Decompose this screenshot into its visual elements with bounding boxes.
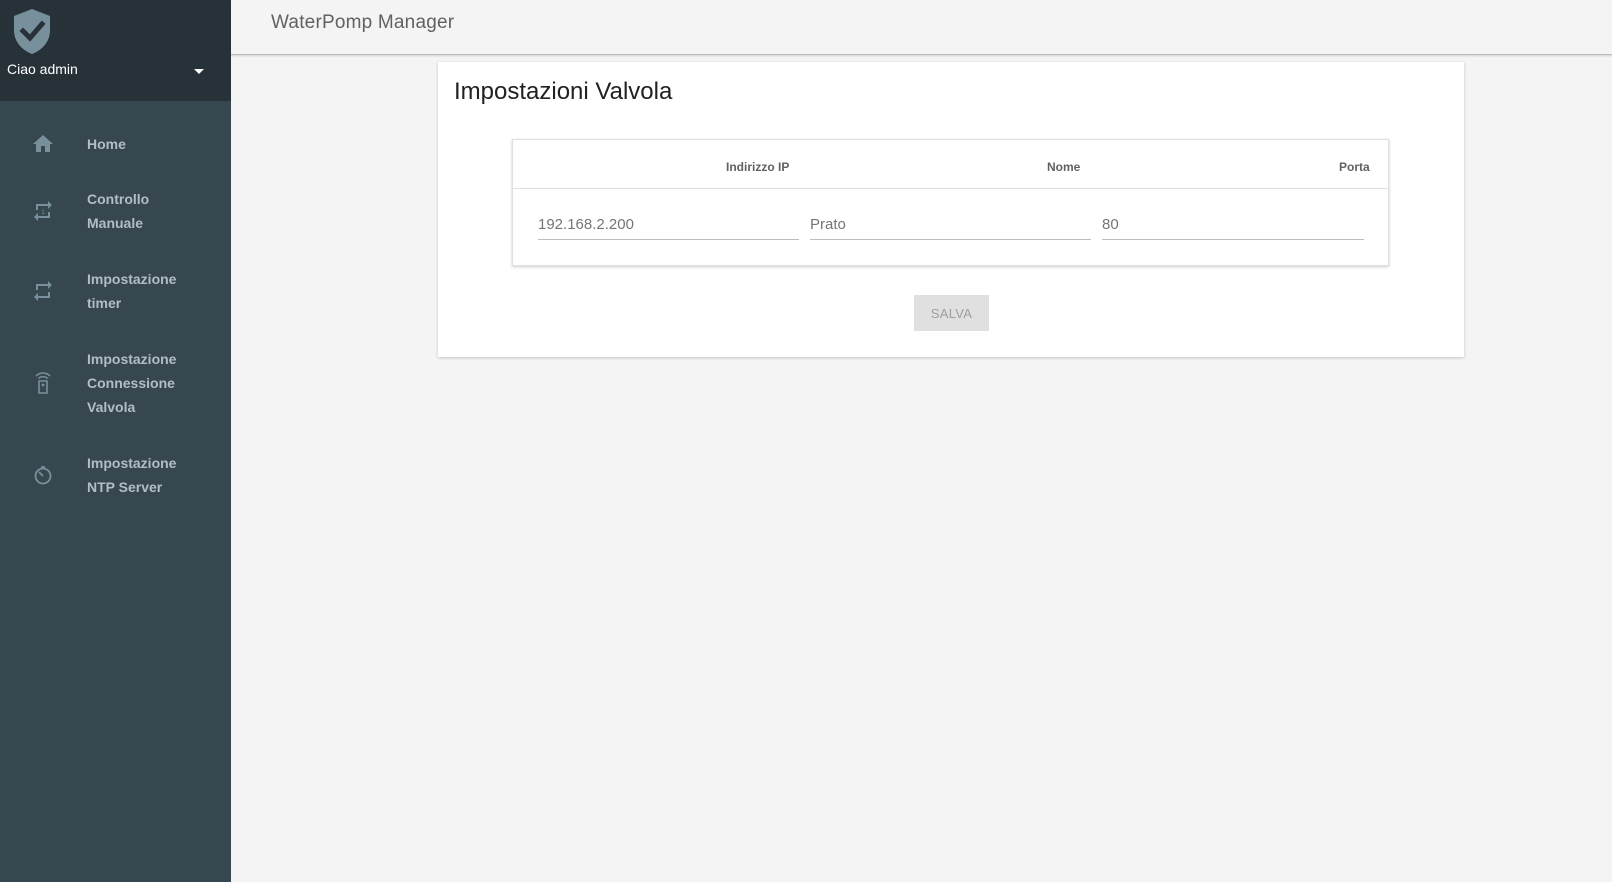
top-bar: WaterPomp Manager <box>231 0 1612 55</box>
table-header: Indirizzo IP Nome Porta <box>513 140 1388 189</box>
user-greeting: Ciao admin <box>7 61 78 77</box>
app-title: WaterPomp Manager <box>271 12 455 33</box>
sidebar-item-label: Impostazione timer <box>87 271 177 311</box>
column-header-ip: Indirizzo IP <box>726 160 790 174</box>
ip-address-input[interactable] <box>538 210 799 240</box>
sidebar-item-controllo-manuale[interactable]: 1 Controllo Manuale <box>0 186 231 236</box>
sidebar-item-label: Impostazione NTP Server <box>87 455 177 495</box>
name-input[interactable] <box>810 210 1091 240</box>
valve-table: Indirizzo IP Nome Porta <box>512 139 1389 266</box>
repeat-icon: 1 <box>34 201 52 221</box>
sidebar: Ciao admin Home 1 Controllo Manuale Impo… <box>0 0 231 882</box>
shield-check-icon <box>14 9 50 54</box>
remote-icon <box>35 372 51 394</box>
sidebar-item-label: Controllo Manuale <box>87 191 150 231</box>
sidebar-item-ntp-server[interactable]: Impostazione NTP Server <box>0 450 231 500</box>
column-header-port: Porta <box>1339 160 1370 174</box>
port-input[interactable] <box>1102 210 1364 240</box>
home-icon <box>33 135 53 152</box>
caret-down-icon[interactable] <box>193 68 205 76</box>
timer-icon <box>34 466 52 485</box>
sidebar-item-home[interactable]: Home <box>0 128 231 160</box>
page-title: Impostazioni Valvola <box>454 78 673 105</box>
sidebar-item-impostazione-timer[interactable]: Impostazione timer <box>0 266 231 316</box>
repeat-icon <box>34 281 52 301</box>
sidebar-item-label: Home <box>87 136 126 152</box>
svg-text:1: 1 <box>41 210 45 216</box>
save-button[interactable]: SALVA <box>914 295 989 331</box>
sidebar-item-label: Impostazione Connessione Valvola <box>87 351 177 415</box>
sidebar-item-connessione-valvola[interactable]: Impostazione Connessione Valvola <box>0 346 231 418</box>
sidebar-header: Ciao admin <box>0 0 231 101</box>
column-header-name: Nome <box>1047 160 1081 174</box>
valve-settings-card: Impostazioni Valvola Indirizzo IP Nome P… <box>438 62 1464 357</box>
